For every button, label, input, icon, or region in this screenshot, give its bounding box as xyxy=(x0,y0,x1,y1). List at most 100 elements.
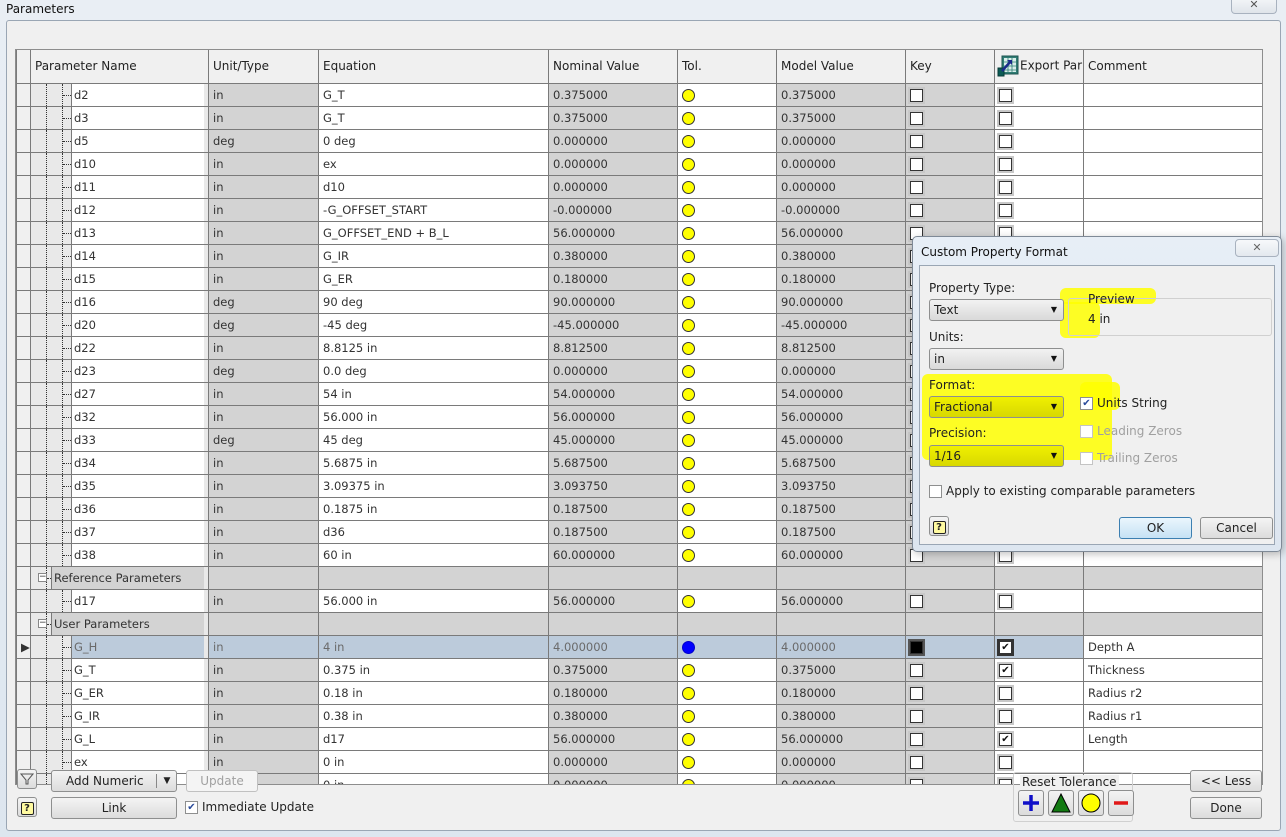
row-header[interactable] xyxy=(16,726,31,751)
unit-cell[interactable]: in xyxy=(208,105,319,130)
comment-cell[interactable]: Depth A xyxy=(1083,634,1262,659)
export-checkbox[interactable] xyxy=(999,778,1012,784)
row-header[interactable]: ▶ xyxy=(16,634,31,659)
leading-zeros-checkbox[interactable]: Leading Zeros xyxy=(1080,424,1182,438)
key-checkbox[interactable] xyxy=(910,663,923,677)
parameter-name-cell[interactable]: Reference Parameters − xyxy=(30,565,209,590)
trailing-zeros-checkbox[interactable]: Trailing Zeros xyxy=(1080,451,1178,465)
link-button[interactable]: Link xyxy=(51,797,177,819)
immediate-update-checkbox[interactable]: ✔ Immediate Update xyxy=(185,800,314,814)
equation-cell[interactable]: 3.09375 in xyxy=(318,473,549,498)
equation-cell[interactable]: 56.000 in xyxy=(318,404,549,429)
parameter-name-cell[interactable]: d32 xyxy=(30,404,209,429)
column-header-key[interactable]: Key xyxy=(905,50,995,84)
equation-cell[interactable]: 0.0 deg xyxy=(318,358,549,383)
collapse-icon[interactable]: − xyxy=(38,618,47,628)
equation-cell[interactable]: 56.000 in xyxy=(318,588,549,613)
comment-cell[interactable] xyxy=(1083,151,1262,176)
equation-cell[interactable]: -45 deg xyxy=(318,312,549,337)
key-checkbox[interactable] xyxy=(910,755,923,769)
unit-cell[interactable]: in xyxy=(208,657,319,682)
tolerance-cell[interactable] xyxy=(677,220,777,245)
row-header[interactable] xyxy=(16,358,31,383)
reset-tolerance-triangle-button[interactable] xyxy=(1048,790,1074,816)
column-header-nominal-value[interactable]: Nominal Value xyxy=(548,50,678,84)
less-button[interactable]: << Less xyxy=(1190,770,1262,792)
parameter-name-cell[interactable]: d13 xyxy=(30,220,209,245)
unit-cell[interactable]: deg xyxy=(208,312,319,337)
reset-tolerance-circle-button[interactable] xyxy=(1078,790,1104,816)
update-button[interactable]: Update xyxy=(186,770,258,792)
dialog-help-button[interactable]: ? xyxy=(929,516,949,536)
row-header[interactable] xyxy=(16,611,31,636)
tolerance-cell[interactable] xyxy=(677,289,777,314)
equation-cell[interactable]: 60 in xyxy=(318,542,549,567)
parameter-name-cell[interactable]: d33 xyxy=(30,427,209,452)
group-row-reference-parameters[interactable]: Reference Parameters − xyxy=(16,565,1262,590)
column-header-parameter-name[interactable]: Parameter Name xyxy=(30,50,209,84)
row-header[interactable] xyxy=(16,174,31,199)
table-row[interactable]: G_IR in 0.38 in 0.380000 0.380000 Radius r1 xyxy=(16,703,1262,728)
row-header[interactable] xyxy=(16,82,31,107)
key-checkbox[interactable] xyxy=(910,640,923,654)
row-header[interactable] xyxy=(16,197,31,222)
export-checkbox[interactable]: ✔ xyxy=(999,732,1012,746)
parameter-name-cell[interactable]: G_L xyxy=(30,726,209,751)
parameter-name-cell[interactable]: d2 xyxy=(30,82,209,107)
tolerance-cell[interactable] xyxy=(677,680,777,705)
equation-cell[interactable]: 0 in xyxy=(318,749,549,774)
unit-cell[interactable]: in xyxy=(208,243,319,268)
export-checkbox[interactable]: ✔ xyxy=(999,663,1012,677)
tolerance-cell[interactable] xyxy=(677,197,777,222)
unit-cell[interactable]: in xyxy=(208,634,319,659)
add-numeric-dropdown-arrow[interactable]: ▼ xyxy=(159,771,175,791)
reset-tolerance-plus-button[interactable] xyxy=(1018,790,1044,816)
tolerance-cell[interactable] xyxy=(677,496,777,521)
export-checkbox[interactable] xyxy=(999,594,1012,608)
equation-cell[interactable]: 54 in xyxy=(318,381,549,406)
comment-cell[interactable] xyxy=(1083,128,1262,153)
parameter-name-cell[interactable]: User Parameters − xyxy=(30,611,209,636)
export-checkbox[interactable] xyxy=(999,111,1012,125)
tolerance-cell[interactable] xyxy=(677,703,777,728)
unit-cell[interactable]: in xyxy=(208,588,319,613)
comment-cell[interactable] xyxy=(1083,105,1262,130)
equation-cell[interactable]: d10 xyxy=(318,174,549,199)
table-row[interactable]: d3 in G_T 0.375000 0.375000 xyxy=(16,105,1262,130)
row-header[interactable] xyxy=(16,220,31,245)
comment-cell[interactable]: Radius r2 xyxy=(1083,680,1262,705)
equation-cell[interactable]: 4 in xyxy=(318,634,549,659)
equation-cell[interactable]: 0 deg xyxy=(318,128,549,153)
window-close-button[interactable]: ✕ xyxy=(1231,0,1277,14)
unit-cell[interactable]: in xyxy=(208,496,319,521)
table-row[interactable]: d10 in ex 0.000000 0.000000 xyxy=(16,151,1262,176)
tolerance-cell[interactable] xyxy=(677,404,777,429)
unit-cell[interactable]: in xyxy=(208,381,319,406)
parameter-name-cell[interactable]: d22 xyxy=(30,335,209,360)
key-checkbox[interactable] xyxy=(910,203,923,217)
column-header-unit-type[interactable]: Unit/Type xyxy=(208,50,319,84)
export-checkbox[interactable] xyxy=(999,709,1012,723)
export-checkbox[interactable] xyxy=(999,157,1012,171)
row-header[interactable] xyxy=(16,312,31,337)
unit-cell[interactable]: in xyxy=(208,82,319,107)
row-header[interactable] xyxy=(16,243,31,268)
parameter-name-cell[interactable]: d34 xyxy=(30,450,209,475)
equation-cell[interactable]: G_IR xyxy=(318,243,549,268)
parameter-name-cell[interactable]: d3 xyxy=(30,105,209,130)
parameter-name-cell[interactable]: d17 xyxy=(30,588,209,613)
tolerance-cell[interactable] xyxy=(677,726,777,751)
key-checkbox[interactable] xyxy=(910,686,923,700)
help-button[interactable]: ? xyxy=(17,797,37,817)
tolerance-cell[interactable] xyxy=(677,749,777,774)
tolerance-cell[interactable] xyxy=(677,473,777,498)
filter-button[interactable] xyxy=(17,769,37,789)
parameter-name-cell[interactable]: d27 xyxy=(30,381,209,406)
tolerance-cell[interactable] xyxy=(677,151,777,176)
parameter-name-cell[interactable]: G_ER xyxy=(30,680,209,705)
tolerance-cell[interactable] xyxy=(677,588,777,613)
tolerance-cell[interactable] xyxy=(677,105,777,130)
parameter-name-cell[interactable]: d14 xyxy=(30,243,209,268)
key-checkbox[interactable] xyxy=(910,157,923,171)
row-header[interactable] xyxy=(16,404,31,429)
